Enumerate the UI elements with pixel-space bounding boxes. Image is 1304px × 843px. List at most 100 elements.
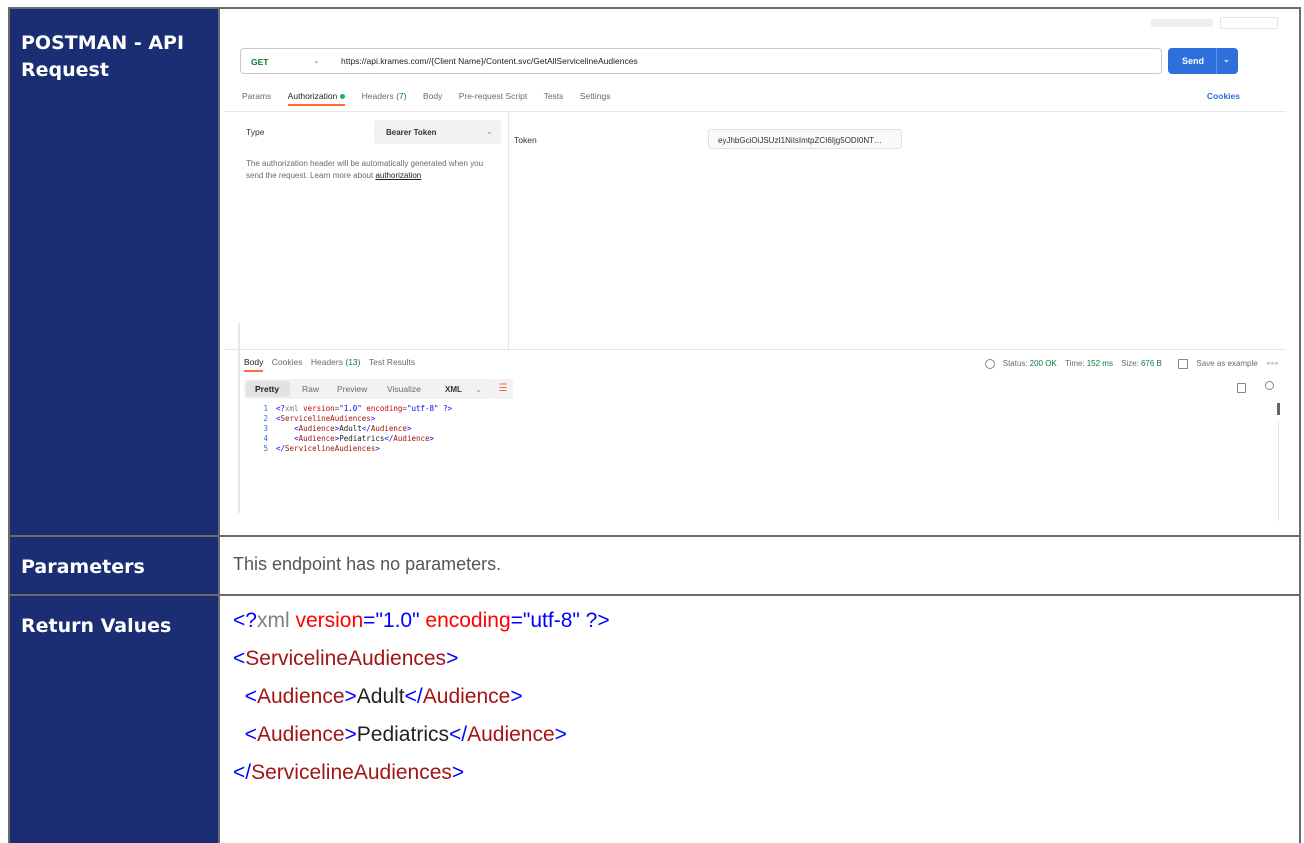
tab-response-headers[interactable]: Headers (13) <box>311 357 361 367</box>
xml-token: xml <box>256 609 290 632</box>
tab-body[interactable]: Body <box>423 91 442 101</box>
size-value[interactable]: 676 B <box>1141 359 1162 368</box>
time-label: Time: <box>1065 359 1085 369</box>
xml-token: Audience <box>256 685 345 708</box>
parameters-text: This endpoint has no parameters. <box>233 554 502 574</box>
tab-pre-request-script[interactable]: Pre-request Script <box>459 91 528 101</box>
tab-headers[interactable]: Headers (7) <box>362 91 407 101</box>
response-headers-count: (13) <box>345 357 361 367</box>
tab-response-cookies[interactable]: Cookies <box>272 357 303 367</box>
code-token: "utf-8" <box>406 404 439 413</box>
url-bar[interactable]: GET ⌄ https://api.krames.com//{Client Na… <box>240 48 1162 74</box>
cookies-link[interactable]: Cookies <box>1207 91 1240 101</box>
tab-response-headers-label: Headers <box>310 357 343 367</box>
tab-authorization-label: Authorization <box>287 91 338 101</box>
return-values-row: Return Values <?xml version="1.0" encodi… <box>10 596 1299 843</box>
code-token: ServicelineAudiences <box>280 414 371 423</box>
size-label: Size: <box>1121 359 1139 369</box>
code-scrollbar[interactable] <box>1277 403 1280 415</box>
xml-token: Pediatrics <box>356 723 449 746</box>
code-token: <? <box>276 404 286 413</box>
left-pane-scrollbar[interactable] <box>238 323 240 513</box>
xml-token: Audience <box>256 723 345 746</box>
postman-screenshot: GET ⌄ https://api.krames.com//{Client Na… <box>224 13 1286 527</box>
code-token: xml <box>285 404 299 413</box>
code-token: Audience <box>393 434 430 443</box>
format-select[interactable]: XML ⌄ <box>437 379 488 399</box>
xml-token: version <box>295 609 364 632</box>
save-icon[interactable] <box>1178 359 1189 369</box>
tab-settings[interactable]: Settings <box>580 91 611 101</box>
return-values-label: Return Values <box>10 596 220 843</box>
view-mode-visualize[interactable]: Visualize <box>387 384 421 394</box>
view-mode-raw[interactable]: Raw <box>302 384 319 394</box>
auth-type-select[interactable]: Bearer Token ⌄ <box>374 120 501 144</box>
token-input[interactable]: eyJhbGciOiJSUzI1NiIsImtpZCI6Ijg5ODI0NT… <box>708 129 902 149</box>
response-meta: Status: 200 OK Time: 152 ms Size: 676 B Sav… <box>979 359 1279 369</box>
xml-token: "1.0" <box>375 609 420 632</box>
code-token: Adult <box>339 424 362 433</box>
code-token: "1.0" <box>339 404 362 413</box>
pane-divider[interactable] <box>508 112 509 349</box>
headers-count: (7) <box>396 91 407 101</box>
chevron-down-icon[interactable]: ⌄ <box>1223 55 1230 64</box>
return-xml: <?xml version="1.0" encoding="utf-8" ?> … <box>233 602 610 792</box>
code-token: Pediatrics <box>339 434 385 443</box>
line-number: 4 <box>263 434 268 443</box>
auth-help-body: The authorization header will be automat… <box>246 159 484 180</box>
xml-token: Adult <box>356 685 405 708</box>
chevron-down-icon: ⌄ <box>486 127 493 136</box>
postman-screenshot-cell: GET ⌄ https://api.krames.com//{Client Na… <box>220 9 1299 535</box>
code-token: Audience <box>370 424 407 433</box>
view-mode-preview[interactable]: Preview <box>337 384 367 394</box>
line-number: 1 <box>263 404 268 413</box>
divider <box>224 111 1286 112</box>
xml-token: encoding <box>425 609 511 632</box>
send-button[interactable]: Send ⌄ <box>1168 48 1238 74</box>
status-label: Status: <box>1002 359 1028 369</box>
search-icon[interactable] <box>1265 381 1274 390</box>
tab-tests[interactable]: Tests <box>544 91 564 101</box>
xml-token: Audience <box>422 685 511 708</box>
parameters-cell: This endpoint has no parameters. <box>220 537 1299 594</box>
response-code[interactable]: 1 <?xml version="1.0" encoding="utf-8" ?>… <box>254 404 452 454</box>
format-value: XML <box>445 385 462 394</box>
save-as-example-button[interactable]: Save as example <box>1196 359 1257 368</box>
view-mode-pretty[interactable]: Pretty <box>255 384 279 394</box>
wrap-lines-icon[interactable]: ☰ <box>493 379 513 399</box>
auth-help-text: The authorization header will be automat… <box>246 158 501 182</box>
url-input[interactable]: https://api.krames.com//{Client Name}/Co… <box>341 56 638 66</box>
copy-icon[interactable] <box>1237 383 1246 393</box>
xml-line: <?xml version="1.0" encoding="utf-8" ?> <box>233 609 610 632</box>
tab-response-body[interactable]: Body <box>244 357 264 372</box>
globe-icon[interactable] <box>984 359 995 369</box>
active-dot-icon <box>340 94 346 100</box>
more-icon[interactable]: ∘∘∘ <box>1266 359 1279 368</box>
chevron-down-icon[interactable]: ⌄ <box>313 56 320 65</box>
token-value: eyJhbGciOiJSUzI1NiIsImtpZCI6Ijg5ODI0NT… <box>718 136 883 145</box>
xml-line: </ServicelineAudiences> <box>233 761 465 784</box>
chevron-down-icon: ⌄ <box>475 385 482 394</box>
send-divider <box>1216 48 1217 74</box>
tab-authorization[interactable]: Authorization <box>287 91 346 106</box>
return-values-cell: <?xml version="1.0" encoding="utf-8" ?> … <box>220 596 1299 843</box>
xml-token: "utf-8" <box>522 609 580 632</box>
code-line: 3 <Audience>Adult</Audience> <box>254 424 452 434</box>
top-toolbar-button[interactable] <box>1220 17 1278 29</box>
authorization-link[interactable]: authorization <box>375 171 421 180</box>
code-token: encoding <box>366 404 403 413</box>
status-value[interactable]: 200 OK <box>1030 359 1057 368</box>
xml-token: Audience <box>467 723 555 746</box>
tab-params[interactable]: Params <box>242 91 271 101</box>
method-selector[interactable]: GET <box>251 57 268 67</box>
top-toolbar-placeholder <box>1151 19 1213 27</box>
tab-test-results[interactable]: Test Results <box>369 357 415 367</box>
xml-token: ServicelineAudiences <box>245 647 447 670</box>
xml-line: <Audience>Pediatrics</Audience> <box>244 723 567 746</box>
xml-line: <ServicelineAudiences> <box>233 647 459 670</box>
divider <box>224 349 1286 350</box>
xml-token: <? <box>233 609 257 632</box>
tab-headers-label: Headers <box>361 91 394 101</box>
code-token: Audience <box>298 424 335 433</box>
time-value[interactable]: 152 ms <box>1087 359 1113 368</box>
